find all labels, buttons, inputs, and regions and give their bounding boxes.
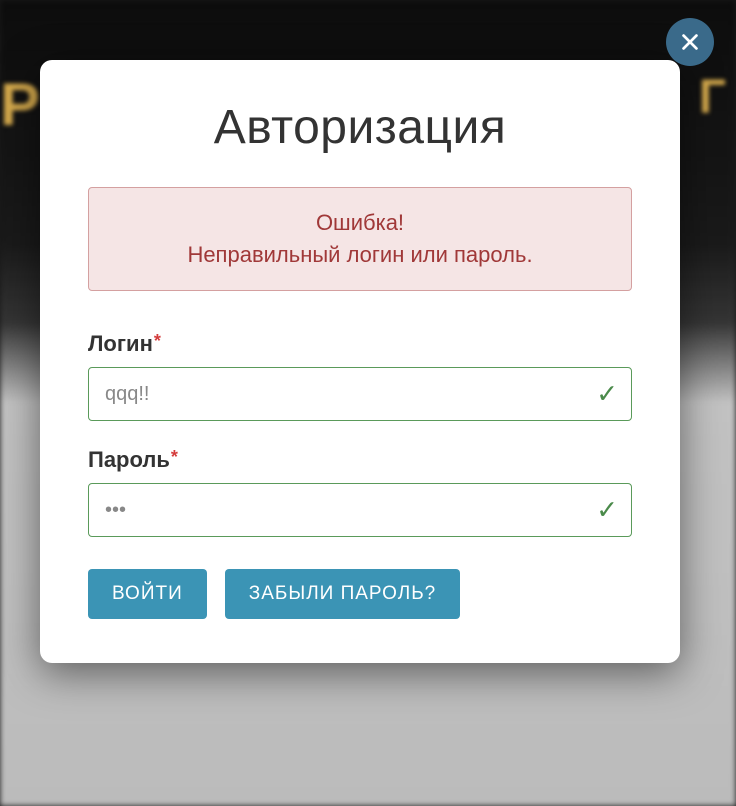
modal-title: Авторизация	[88, 100, 632, 155]
password-input-wrap: ✓	[88, 483, 632, 537]
submit-button[interactable]: ВОЙТИ	[88, 569, 207, 619]
password-group: Пароль* ✓	[88, 447, 632, 537]
login-label-text: Логин	[88, 331, 153, 356]
error-title: Ошибка!	[109, 210, 611, 236]
required-mark: *	[171, 447, 178, 467]
login-input[interactable]	[88, 367, 632, 421]
error-message: Неправильный логин или пароль.	[109, 242, 611, 268]
password-input[interactable]	[88, 483, 632, 537]
close-button[interactable]	[666, 18, 714, 66]
background-text-right: Г	[699, 70, 726, 125]
close-icon	[679, 31, 701, 53]
forgot-password-button[interactable]: ЗАБЫЛИ ПАРОЛЬ?	[225, 569, 461, 619]
password-label-text: Пароль	[88, 447, 170, 472]
error-alert: Ошибка! Неправильный логин или пароль.	[88, 187, 632, 291]
login-label: Логин*	[88, 331, 632, 357]
login-input-wrap: ✓	[88, 367, 632, 421]
password-label: Пароль*	[88, 447, 632, 473]
required-mark: *	[154, 331, 161, 351]
background-text-left: Р	[0, 70, 40, 139]
login-group: Логин* ✓	[88, 331, 632, 421]
auth-modal: Авторизация Ошибка! Неправильный логин и…	[40, 60, 680, 663]
button-row: ВОЙТИ ЗАБЫЛИ ПАРОЛЬ?	[88, 569, 632, 619]
